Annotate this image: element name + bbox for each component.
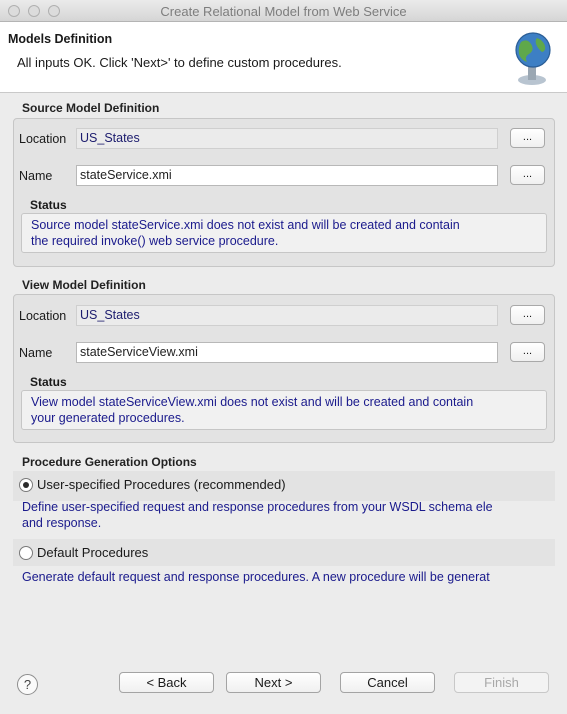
source-location-browse-button[interactable]: ...	[510, 128, 545, 148]
title-bar: Create Relational Model from Web Service	[0, 0, 567, 22]
source-name-input[interactable]: stateService.xmi	[76, 165, 498, 186]
wizard-header: Models Definition All inputs OK. Click '…	[0, 22, 567, 93]
help-button[interactable]: ?	[17, 674, 38, 695]
source-location-label: Location	[19, 132, 67, 146]
default-procedures-desc: Generate default request and response pr…	[22, 570, 490, 584]
user-specified-desc: and response.	[22, 516, 102, 530]
view-name-input[interactable]: stateServiceView.xmi	[76, 342, 498, 363]
view-name-browse-button[interactable]: ...	[510, 342, 545, 362]
default-procedures-label[interactable]: Default Procedures	[37, 545, 148, 560]
source-status-message: Source model stateService.xmi does not e…	[21, 213, 547, 253]
default-procedures-radio[interactable]	[19, 546, 33, 560]
finish-button[interactable]: Finish	[454, 672, 549, 693]
view-location-field: US_States	[76, 305, 498, 326]
user-specified-radio[interactable]	[19, 478, 33, 492]
page-title: Models Definition	[8, 32, 113, 46]
view-location-browse-button[interactable]: ...	[510, 305, 545, 325]
view-status-title: Status	[30, 375, 67, 389]
view-status-message: View model stateServiceView.xmi does not…	[21, 390, 547, 430]
source-name-browse-button[interactable]: ...	[510, 165, 545, 185]
source-status-line: Source model stateService.xmi does not e…	[31, 218, 460, 232]
view-status-line: View model stateServiceView.xmi does not…	[31, 395, 474, 409]
back-button[interactable]: < Back	[119, 672, 214, 693]
source-name-label: Name	[19, 169, 53, 183]
source-group-title: Source Model Definition	[22, 101, 160, 115]
view-status-line: your generated procedures.	[31, 411, 185, 425]
header-message: All inputs OK. Click 'Next>' to define c…	[17, 55, 342, 70]
cancel-button[interactable]: Cancel	[340, 672, 435, 693]
window-title: Create Relational Model from Web Service	[160, 4, 407, 19]
next-button[interactable]: Next >	[226, 672, 321, 693]
source-model-group: Location US_States ... Name stateService…	[13, 118, 555, 267]
options-group-title: Procedure Generation Options	[22, 455, 197, 469]
source-status-title: Status	[30, 198, 67, 212]
source-status-line: the required invoke() web service proced…	[31, 234, 279, 248]
source-location-field: US_States	[76, 128, 498, 149]
view-group-title: View Model Definition	[22, 278, 146, 292]
view-location-label: Location	[19, 309, 67, 323]
user-specified-desc: Define user-specified request and respon…	[22, 500, 493, 514]
user-specified-label[interactable]: User-specified Procedures (recommended)	[37, 477, 286, 492]
view-name-label: Name	[19, 346, 53, 360]
globe-icon	[515, 32, 551, 85]
view-model-group: Location US_States ... Name stateService…	[13, 294, 555, 443]
